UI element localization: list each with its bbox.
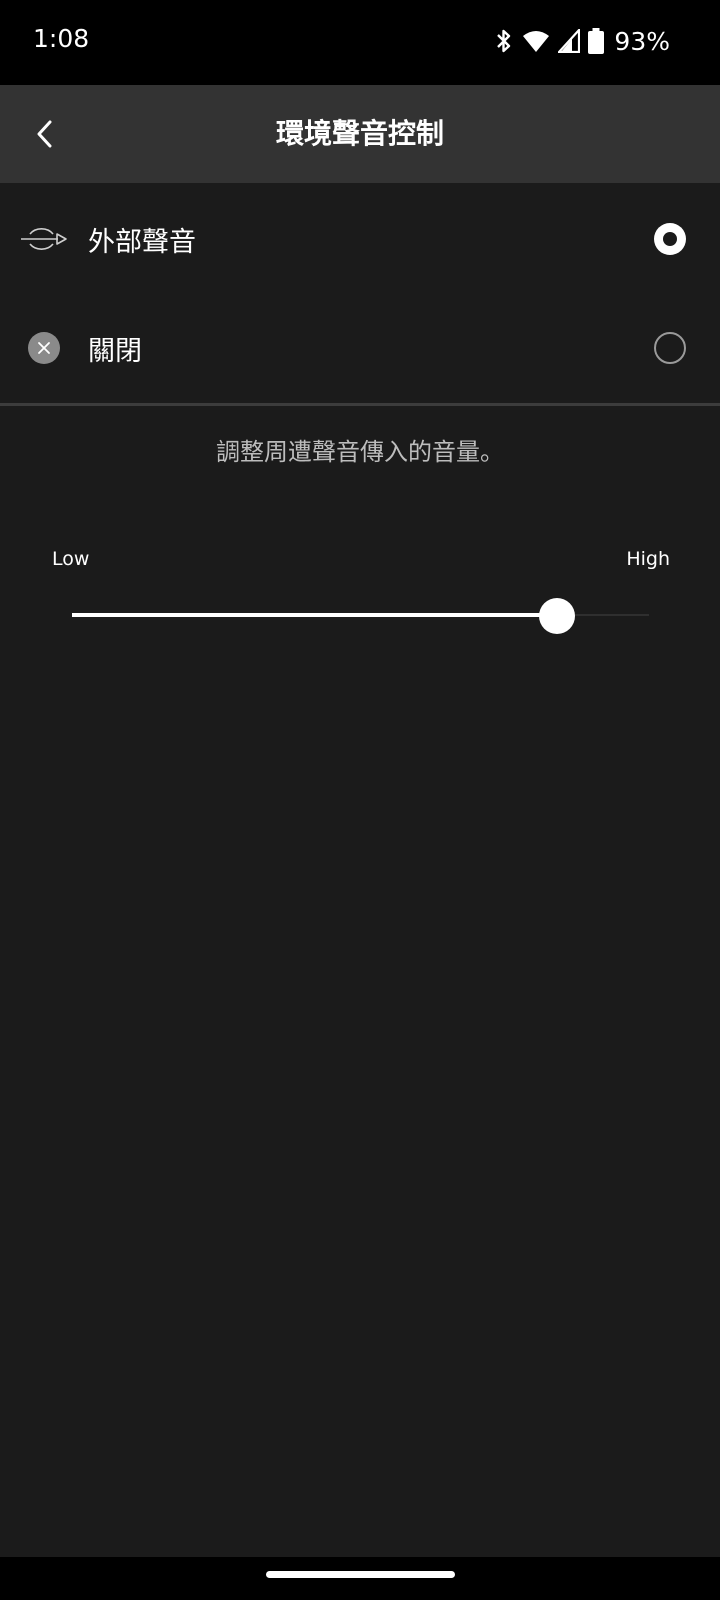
page-title: 環境聲音控制 xyxy=(275,117,444,150)
cell-signal-icon xyxy=(558,29,581,53)
description-text: 調整周遭聲音傳入的音量。 xyxy=(216,438,504,466)
status-bar: 1:08 93% xyxy=(0,0,720,85)
app-bar: 環境聲音控制 xyxy=(0,85,720,183)
close-circle-icon xyxy=(20,328,68,368)
bluetooth-icon xyxy=(497,29,511,53)
slider-thumb[interactable] xyxy=(538,598,575,634)
option-ambient-sound[interactable]: 外部聲音 xyxy=(0,185,720,293)
option-off[interactable]: 關閉 xyxy=(0,294,720,402)
wifi-icon xyxy=(523,31,550,52)
home-indicator[interactable] xyxy=(266,1571,455,1578)
status-time: 1:08 xyxy=(33,24,90,53)
slider-fill xyxy=(72,613,557,617)
ambient-level-slider[interactable] xyxy=(72,596,649,636)
navigation-bar xyxy=(0,1557,720,1600)
option-label: 關閉 xyxy=(88,335,142,367)
slider-high-label: High xyxy=(626,548,670,570)
divider xyxy=(0,403,720,406)
option-label: 外部聲音 xyxy=(88,226,196,258)
chevron-left-icon xyxy=(37,120,52,148)
battery-icon xyxy=(588,28,605,54)
ambient-sound-icon xyxy=(20,219,68,259)
back-button[interactable] xyxy=(20,109,70,159)
radio-unselected[interactable] xyxy=(654,332,686,364)
slider-low-label: Low xyxy=(52,548,90,570)
status-icons: 93% xyxy=(494,26,670,56)
battery-percentage: 93% xyxy=(614,26,670,56)
radio-selected[interactable] xyxy=(654,223,686,255)
